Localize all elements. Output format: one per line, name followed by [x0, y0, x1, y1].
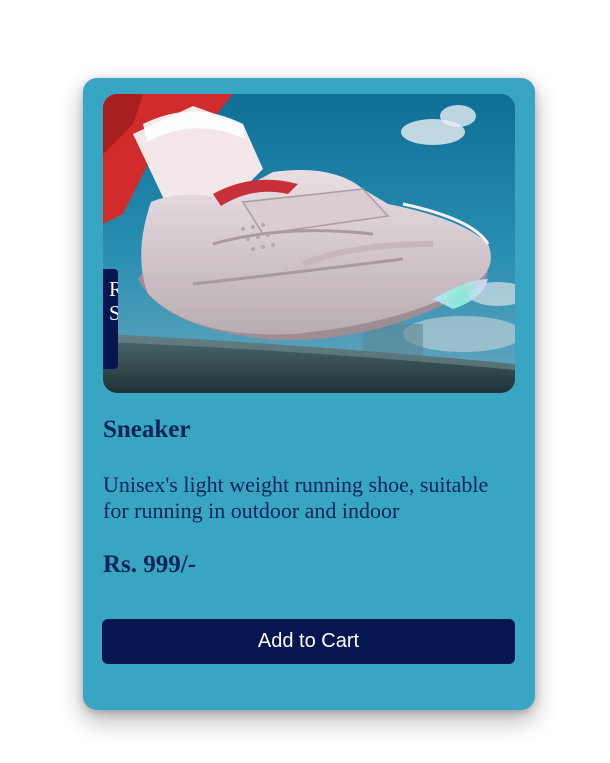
product-card: R S Sneaker Unisex's light weight runnin… [83, 78, 535, 710]
product-description: Unisex's light weight running shoe, suit… [103, 472, 489, 523]
image-badge: R S [103, 269, 118, 369]
product-image[interactable]: R S [103, 94, 515, 393]
product-price: Rs. 999/- [103, 551, 197, 578]
product-title: Sneaker [103, 416, 191, 443]
sneaker-photo [103, 94, 515, 393]
add-to-cart-button[interactable]: Add to Cart [102, 619, 515, 664]
